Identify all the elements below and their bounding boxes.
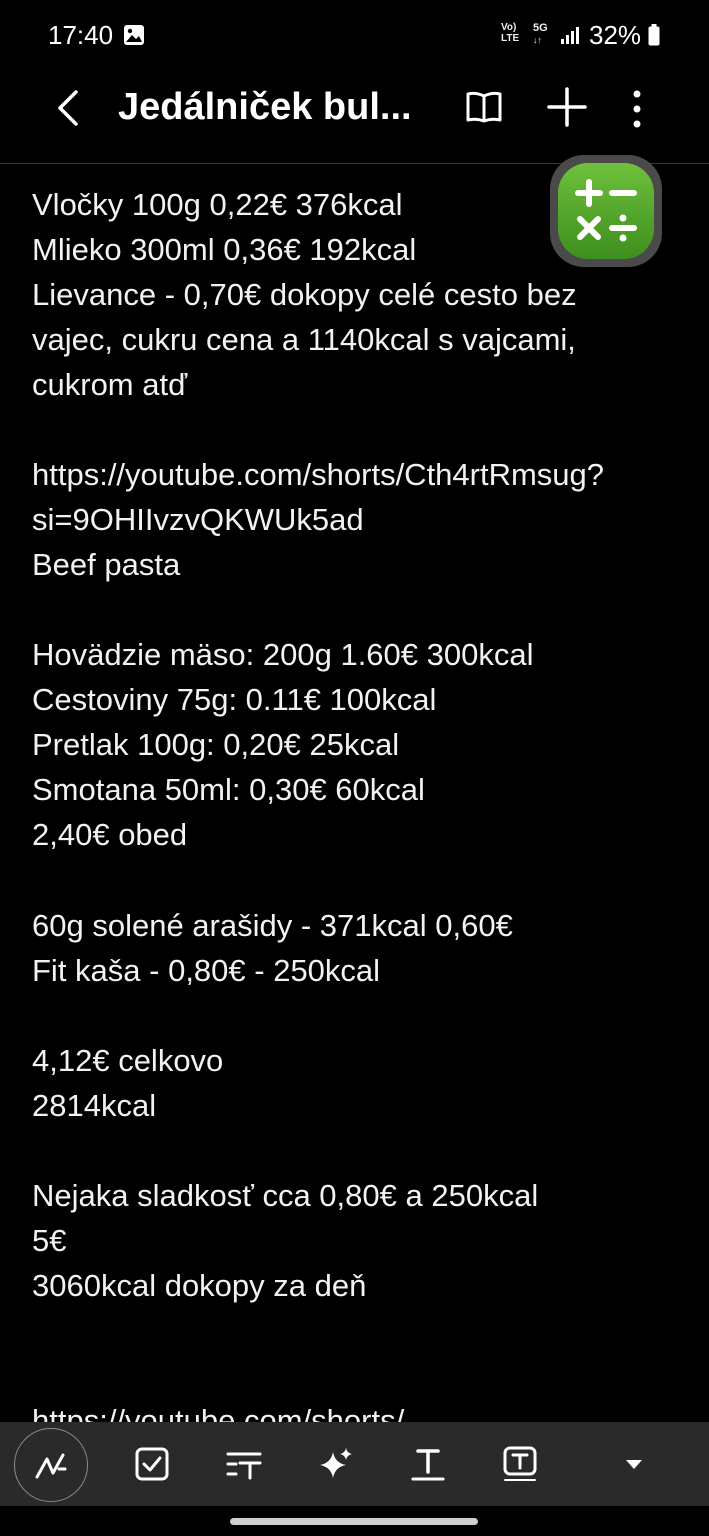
checkbox-icon <box>135 1447 169 1481</box>
volte-indicator: Vo) LTE <box>501 22 519 44</box>
gallery-icon <box>124 25 144 45</box>
note-link[interactable]: si=9OHIIvzvQKWUk5ad <box>32 497 364 542</box>
volte-label: Vo) <box>501 22 517 33</box>
note-line: Hovädzie mäso: 200g 1.60€ 300kcal <box>32 637 534 672</box>
text-format-icon <box>411 1449 445 1481</box>
note-body[interactable]: Vločky 100g 0,22€ 376kcal Mlieko 300ml 0… <box>0 162 709 1422</box>
pen-icon <box>35 1453 67 1479</box>
note-line: 4,12€ celkovo <box>32 1043 224 1078</box>
sparkle-icon <box>320 1448 352 1478</box>
text-style-button[interactable] <box>398 1434 458 1494</box>
note-line: Pretlak 100g: 0,20€ 25kcal <box>32 727 400 762</box>
pen-button[interactable] <box>14 1428 88 1502</box>
calculator-icon <box>558 163 654 259</box>
note-line: Vločky 100g 0,22€ 376kcal <box>32 187 403 222</box>
note-link[interactable]: https://youtube.com/shorts/ <box>32 1398 404 1422</box>
book-icon[interactable] <box>464 89 504 125</box>
more-vertical-icon[interactable] <box>624 88 650 130</box>
note-line: 60g solené arašidy - 371kcal 0,60€ <box>32 908 513 943</box>
signal-icon <box>561 27 579 44</box>
status-time: 17:40 <box>48 20 114 50</box>
editor-toolbar <box>0 1422 709 1506</box>
calculator-floating-button[interactable] <box>550 155 662 267</box>
note-line: Nejaka sladkosť cca 0,80€ a 250kcal <box>32 1178 539 1213</box>
note-line: 2814kcal <box>32 1088 157 1123</box>
checklist-button[interactable] <box>122 1434 182 1494</box>
note-line: 2,40€ obed <box>32 817 188 852</box>
plus-icon[interactable] <box>546 86 588 128</box>
note-line: 3060kcal dokopy za deň <box>32 1268 367 1303</box>
lte-label: LTE <box>501 33 520 44</box>
status-bar: 17:40 Vo) LTE 5G ↓↑ 32% <box>0 0 709 70</box>
note-line: cukrom atď <box>32 367 188 402</box>
note-line: Beef pasta <box>32 547 181 582</box>
network-indicator: 5G ↓↑ <box>533 22 548 46</box>
data-activity-label: ↓↑ <box>533 35 542 45</box>
text-box-button[interactable] <box>490 1434 550 1494</box>
home-gesture-bar[interactable] <box>230 1518 478 1525</box>
note-line: 5€ <box>32 1223 67 1258</box>
expand-toolbar-button[interactable] <box>604 1434 664 1494</box>
note-line: Cestoviny 75g: 0.11€ 100kcal <box>32 682 437 717</box>
note-line: Smotana 50ml: 0,30€ 60kcal <box>32 772 425 807</box>
text-box-icon <box>503 1446 537 1481</box>
chevron-down-icon <box>626 1460 642 1469</box>
note-title[interactable]: Jedálniček bul... <box>118 86 438 129</box>
network-type-label: 5G <box>533 22 548 34</box>
note-line: Mlieko 300ml 0,36€ 192kcal <box>32 232 417 267</box>
text-size-button[interactable] <box>214 1434 274 1494</box>
back-arrow-icon[interactable] <box>50 88 90 128</box>
note-line: Fit kaša - 0,80€ - 250kcal <box>32 953 381 988</box>
text-size-icon <box>226 1452 262 1480</box>
note-line: vajec, cukru cena a 1140kcal s vajcami, <box>32 322 576 357</box>
battery-percentage: 32% <box>589 20 642 50</box>
note-line: Lievance - 0,70€ dokopy celé cesto bez <box>32 277 577 312</box>
ai-assist-button[interactable] <box>306 1434 366 1494</box>
battery-icon <box>648 24 660 46</box>
note-link[interactable]: https://youtube.com/shorts/Cth4rtRmsug? <box>32 452 604 497</box>
app-header: Jedálniček bul... <box>0 70 709 164</box>
